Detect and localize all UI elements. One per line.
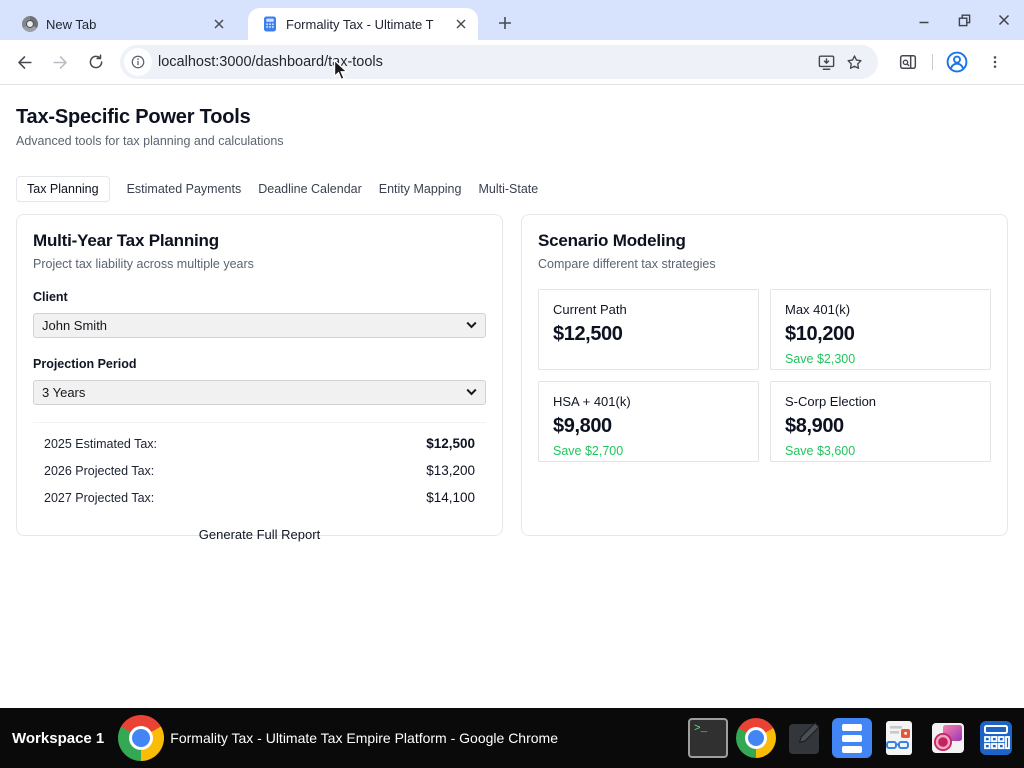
scenario-tile-current-path: Current Path $12,500: [538, 289, 759, 370]
card-title: Multi-Year Tax Planning: [33, 231, 486, 251]
image-viewer-icon[interactable]: [928, 718, 968, 758]
summary-row-2025: 2025 Estimated Tax: $12,500: [44, 436, 475, 451]
tab-multi-state[interactable]: Multi-State: [478, 177, 538, 201]
forward-button[interactable]: [44, 46, 76, 78]
back-button[interactable]: [8, 46, 40, 78]
side-panel-search-icon[interactable]: [894, 48, 922, 76]
tax-summary: 2025 Estimated Tax: $12,500 2026 Project…: [33, 422, 486, 505]
generate-report-button[interactable]: Generate Full Report: [199, 527, 320, 542]
client-label: Client: [33, 290, 486, 304]
scenario-tile-hsa-401k: HSA + 401(k) $9,800 Save $2,700: [538, 381, 759, 462]
multi-year-planning-card: Multi-Year Tax Planning Project tax liab…: [16, 214, 503, 536]
tab-estimated-payments[interactable]: Estimated Payments: [127, 177, 242, 201]
terminal-icon[interactable]: >_: [688, 718, 728, 758]
bookmark-star-icon[interactable]: [840, 48, 868, 76]
workspace-label[interactable]: Workspace 1: [12, 730, 104, 747]
tab-deadline-calendar[interactable]: Deadline Calendar: [258, 177, 362, 201]
install-app-icon[interactable]: [812, 48, 840, 76]
file-cabinet-icon[interactable]: [832, 718, 872, 758]
tab-tax-planning[interactable]: Tax Planning: [16, 176, 110, 202]
scenario-grid: Current Path $12,500 Max 401(k) $10,200 …: [538, 289, 991, 462]
projection-period-label: Projection Period: [33, 357, 486, 371]
tab-close-icon[interactable]: [210, 15, 228, 33]
system-tray: >_: [688, 718, 1016, 758]
browser-tabstrip: New Tab Formality Tax - Ultimate T: [0, 0, 1024, 40]
chrome-launcher-icon[interactable]: [736, 718, 776, 758]
text-editor-icon[interactable]: [784, 718, 824, 758]
browser-tab-newtab[interactable]: New Tab: [10, 8, 238, 40]
tab-entity-mapping[interactable]: Entity Mapping: [379, 177, 462, 201]
tool-tabs: Tax Planning Estimated Payments Deadline…: [16, 176, 1008, 202]
window-restore-button[interactable]: [950, 6, 978, 34]
tab-close-icon[interactable]: [452, 15, 470, 33]
desktop-taskbar: Workspace 1 Formality Tax - Ultimate Tax…: [0, 708, 1024, 768]
tab-title: Formality Tax - Ultimate T: [286, 17, 452, 32]
active-window-title[interactable]: Formality Tax - Ultimate Tax Empire Plat…: [170, 730, 558, 746]
address-bar[interactable]: localhost:3000/dashboard/tax-tools: [120, 45, 878, 79]
window-close-button[interactable]: [990, 6, 1018, 34]
calculator-favicon-icon: [262, 16, 278, 32]
projection-period-select[interactable]: 3 Years: [33, 380, 486, 405]
card-subtitle: Compare different tax strategies: [538, 257, 991, 271]
site-info-icon[interactable]: [124, 48, 152, 76]
calculator-icon[interactable]: [976, 718, 1016, 758]
profile-avatar-icon[interactable]: [943, 48, 971, 76]
browser-tab-formality-tax[interactable]: Formality Tax - Ultimate T: [248, 8, 478, 40]
page-content: Tax-Specific Power Tools Advanced tools …: [0, 86, 1024, 708]
summary-row-2027: 2027 Projected Tax: $14,100: [44, 490, 475, 505]
page-subtitle: Advanced tools for tax planning and calc…: [16, 134, 1008, 148]
toolbar-divider: [932, 54, 933, 70]
scenario-modeling-card: Scenario Modeling Compare different tax …: [521, 214, 1008, 536]
new-tab-button[interactable]: [492, 10, 518, 36]
browser-toolbar: localhost:3000/dashboard/tax-tools: [0, 40, 1024, 85]
url-text[interactable]: localhost:3000/dashboard/tax-tools: [158, 54, 812, 70]
card-title: Scenario Modeling: [538, 231, 991, 251]
tab-title: New Tab: [46, 17, 210, 32]
reload-button[interactable]: [80, 46, 112, 78]
summary-row-2026: 2026 Projected Tax: $13,200: [44, 463, 475, 478]
card-subtitle: Project tax liability across multiple ye…: [33, 257, 486, 271]
chromium-favicon-icon: [22, 16, 38, 32]
window-minimize-button[interactable]: [910, 6, 938, 34]
client-select[interactable]: John Smith: [33, 313, 486, 338]
scenario-tile-scorp: S-Corp Election $8,900 Save $3,600: [770, 381, 991, 462]
chrome-menu-icon[interactable]: [981, 48, 1009, 76]
document-viewer-icon[interactable]: [880, 718, 920, 758]
chrome-window-icon[interactable]: [118, 715, 164, 761]
page-title: Tax-Specific Power Tools: [16, 106, 1008, 129]
scenario-tile-max-401k: Max 401(k) $10,200 Save $2,300: [770, 289, 991, 370]
